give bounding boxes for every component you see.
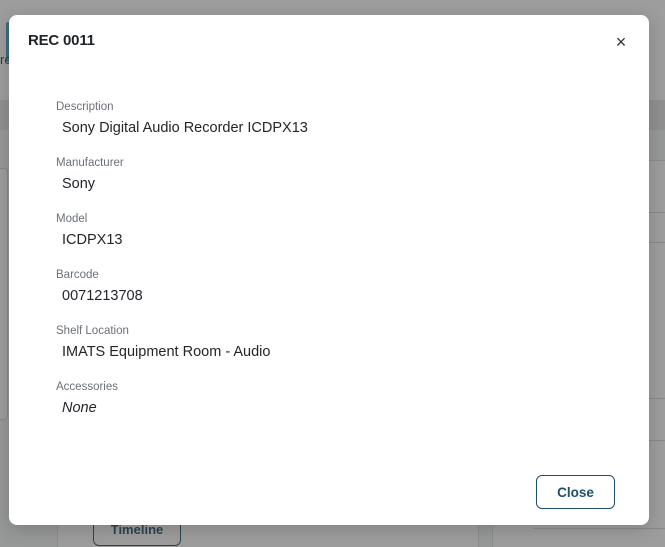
field-manufacturer: Manufacturer Sony bbox=[56, 155, 616, 211]
field-description: Description Sony Digital Audio Recorder … bbox=[56, 99, 616, 155]
close-button[interactable]: Close bbox=[536, 475, 615, 509]
field-label: Barcode bbox=[56, 269, 99, 281]
field-label: Model bbox=[56, 213, 88, 225]
field-label: Manufacturer bbox=[56, 157, 124, 169]
close-icon[interactable]: × bbox=[609, 32, 633, 52]
field-barcode: Barcode 0071213708 bbox=[56, 267, 616, 323]
details-list: Description Sony Digital Audio Recorder … bbox=[56, 99, 616, 435]
field-value: 0071213708 bbox=[62, 288, 143, 304]
field-value: Sony Digital Audio Recorder ICDPX13 bbox=[62, 120, 308, 136]
field-label: Accessories bbox=[56, 381, 118, 393]
field-shelf-location: Shelf Location IMATS Equipment Room - Au… bbox=[56, 323, 616, 379]
modal-title: REC 0011 bbox=[28, 32, 95, 49]
field-accessories: Accessories None bbox=[56, 379, 616, 435]
field-label: Description bbox=[56, 101, 114, 113]
field-label: Shelf Location bbox=[56, 325, 129, 337]
field-value: Sony bbox=[62, 176, 96, 192]
item-details-modal: REC 0011 × Description Sony Digital Audi… bbox=[9, 15, 649, 525]
field-value: ICDPX13 bbox=[62, 232, 123, 248]
field-model: Model ICDPX13 bbox=[56, 211, 616, 267]
field-value: None bbox=[62, 400, 97, 416]
field-value: IMATS Equipment Room - Audio bbox=[62, 344, 271, 360]
